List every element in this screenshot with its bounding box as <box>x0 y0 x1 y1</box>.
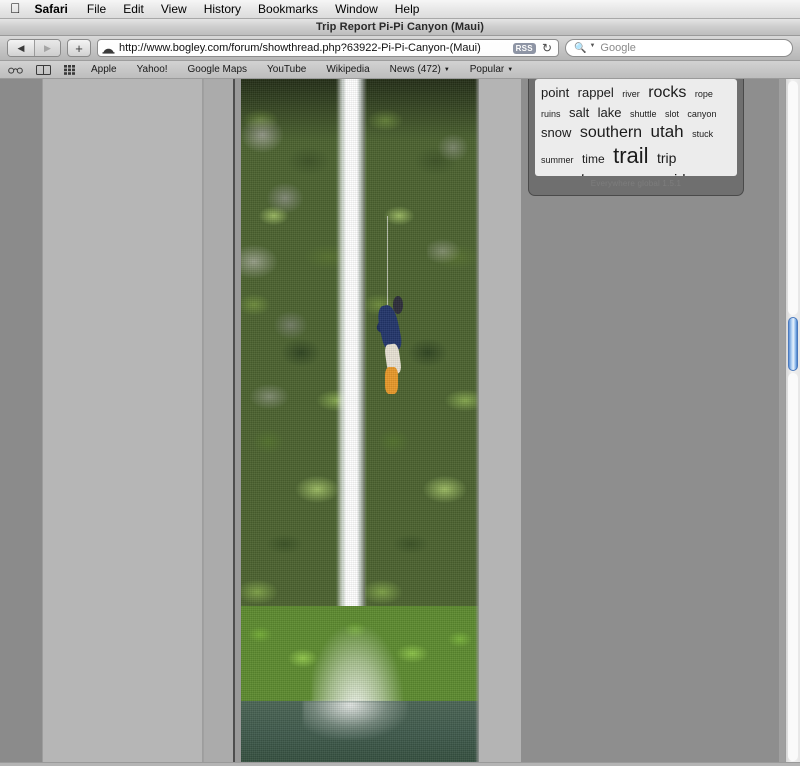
grid-icon[interactable] <box>64 64 78 75</box>
add-bookmark-button[interactable]: + <box>67 39 91 57</box>
chevron-down-icon[interactable]: ▼ <box>589 43 595 49</box>
browser-toolbar: ◀ ▶ + http://www.bogley.com/forum/showth… <box>0 36 800 61</box>
menu-item-view[interactable]: View <box>161 2 187 16</box>
page-site-icon <box>102 42 115 54</box>
search-input-placeholder: Google <box>600 42 636 54</box>
plunge-pool <box>241 701 479 763</box>
rss-badge[interactable]: RSS <box>512 42 536 54</box>
chevron-down-icon: ▼ <box>443 67 450 73</box>
tag-link[interactable]: utah <box>651 122 684 141</box>
tag-cloud-widget: point rappel river rocks rope ruins salt… <box>528 79 744 196</box>
scrollbar-thumb[interactable] <box>788 317 798 371</box>
tag-link[interactable]: river <box>622 89 640 99</box>
forward-button[interactable]: ▶ <box>34 40 60 56</box>
bookmark-yahoo[interactable]: Yahoo! <box>137 64 168 75</box>
menu-item-history[interactable]: History <box>204 2 241 16</box>
browser-window: Trip Report Pi-Pi Canyon (Maui) ◀ ▶ + ht… <box>0 19 800 766</box>
back-button[interactable]: ◀ <box>8 40 34 56</box>
bookmark-news[interactable]: News (472) ▼ <box>390 64 450 75</box>
photo-right-edge <box>475 79 479 763</box>
window-bottom-edge <box>0 762 800 763</box>
apple-logo-icon[interactable]:  <box>10 1 21 15</box>
navigation-buttons: ◀ ▶ <box>7 39 61 57</box>
canyoneer-pack <box>384 366 399 394</box>
page-right-gap <box>479 79 521 763</box>
page-left-column <box>42 79 203 763</box>
forward-arrow-icon: ▶ <box>44 42 51 53</box>
menu-bar:  Safari File Edit View History Bookmark… <box>0 0 800 19</box>
bookmark-popular[interactable]: Popular ▼ <box>470 64 513 75</box>
tag-link[interactable]: time <box>582 152 605 166</box>
tag-link[interactable]: summer <box>541 155 574 165</box>
canyoneer-figure <box>375 295 408 394</box>
menu-item-safari[interactable]: Safari <box>35 2 68 16</box>
tag-link[interactable]: southern <box>580 124 642 141</box>
tag-link[interactable]: point <box>541 85 569 100</box>
tag-link[interactable]: report <box>541 170 585 176</box>
bookmark-label: Google Maps <box>187 64 248 75</box>
bookmark-youtube[interactable]: YouTube <box>267 64 306 75</box>
menu-item-file[interactable]: File <box>87 2 106 16</box>
tag-link[interactable]: shuttle <box>630 109 657 119</box>
tag-link[interactable]: rocks <box>648 84 686 101</box>
reading-glasses-icon[interactable] <box>8 66 23 74</box>
tag-link[interactable]: trip <box>657 150 676 166</box>
window-title-bar[interactable]: Trip Report Pi-Pi Canyon (Maui) <box>0 19 800 36</box>
bookmark-google-maps[interactable]: Google Maps <box>188 64 247 75</box>
bookmark-label: YouTube <box>267 64 307 75</box>
tag-link[interactable]: rappel <box>578 85 614 100</box>
address-bar[interactable]: http://www.bogley.com/forum/showthread.p… <box>97 39 559 57</box>
tag-link[interactable]: ruins <box>541 109 561 119</box>
search-magnifier-icon: 🔍 <box>574 42 587 54</box>
search-field[interactable]: 🔍 ▼ Google <box>565 39 793 57</box>
bookmark-label: Popular <box>469 64 505 75</box>
book-icon[interactable] <box>36 64 51 75</box>
menu-item-help[interactable]: Help <box>395 2 420 16</box>
bookmark-wikipedia[interactable]: Wikipedia <box>326 64 369 75</box>
photo-scene <box>241 79 479 763</box>
plus-icon: + <box>75 40 83 56</box>
menu-item-edit[interactable]: Edit <box>123 2 144 16</box>
bookmark-apple[interactable]: Apple <box>91 64 117 75</box>
page-left-gutter <box>0 79 42 763</box>
window-title: Trip Report Pi-Pi Canyon (Maui) <box>315 21 485 33</box>
bookmark-label: Wikipedia <box>326 64 370 75</box>
address-bar-url: http://www.bogley.com/forum/showthread.p… <box>119 42 481 54</box>
tag-link[interactable]: canyon <box>687 109 716 119</box>
bookmarks-bar: Apple Yahoo! Google Maps YouTube Wikiped… <box>0 61 800 79</box>
page-content-area[interactable]: point rappel river rocks rope ruins salt… <box>0 79 800 763</box>
scrollbar-track-below[interactable] <box>788 373 798 761</box>
bookmark-label: Yahoo! <box>136 64 168 75</box>
canyoneer-helmet <box>392 295 404 314</box>
tag-cloud-footer: Everywhere global 1.5.1 <box>590 178 682 188</box>
tag-link[interactable]: slot <box>665 109 679 119</box>
tag-link[interactable]: rope <box>695 89 713 99</box>
back-arrow-icon: ◀ <box>17 42 25 53</box>
tag-link[interactable]: trail <box>613 143 648 168</box>
vertical-scrollbar[interactable] <box>785 79 800 763</box>
tag-link[interactable]: salt <box>569 105 589 120</box>
page-middle-column <box>204 79 233 763</box>
scrollbar-track-above[interactable] <box>788 81 798 315</box>
tag-link[interactable]: video <box>666 172 702 176</box>
tag-cloud: point rappel river rocks rope ruins salt… <box>535 79 737 176</box>
tag-link[interactable]: lake <box>598 105 622 120</box>
reload-icon[interactable]: ↻ <box>540 41 554 55</box>
chevron-down-icon: ▼ <box>507 67 514 73</box>
menu-item-bookmarks[interactable]: Bookmarks <box>258 2 318 16</box>
tag-link[interactable]: stuck <box>692 129 713 139</box>
waterfall-photo[interactable] <box>241 79 479 763</box>
bookmark-label: Apple <box>91 64 117 75</box>
tag-link[interactable]: snow <box>541 125 571 140</box>
bookmark-label: News (472) <box>389 64 441 75</box>
menu-item-window[interactable]: Window <box>335 2 378 16</box>
